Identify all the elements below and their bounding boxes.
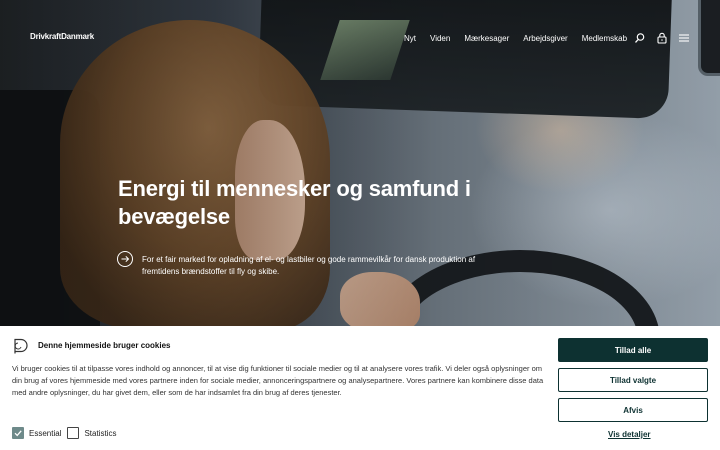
cookie-preferences: Essential Statistics [12,427,122,439]
cookiebot-logo-icon [12,338,28,354]
allow-selected-button[interactable]: Tillad valgte [558,368,708,392]
allow-all-button[interactable]: Tillad alle [558,338,708,362]
main-nav: Nyt Viden Mærkesager Arbejdsgiver Medlem… [404,34,641,43]
hero-description[interactable]: For et fair marked for opladning af el- … [142,254,502,278]
menu-icon[interactable] [678,31,690,43]
essential-label: Essential [29,428,62,438]
show-details-link[interactable]: Vis detaljer [608,430,651,439]
hero-section: DrivkraftDanmark Nyt Viden Mærkesager Ar… [0,0,720,326]
hero-title: Energi til mennesker og samfund i bevæge… [118,176,471,229]
essential-checkbox[interactable] [12,427,24,439]
lock-icon[interactable] [656,31,668,44]
arrow-right-icon[interactable] [117,251,133,267]
nav-item-medlemskab[interactable]: Medlemskab [582,34,627,43]
search-icon[interactable] [634,31,646,43]
statistics-label: Statistics [84,428,117,438]
nav-item-arbejdsgiver[interactable]: Arbejdsgiver [523,34,567,43]
site-logo[interactable]: DrivkraftDanmark [30,32,94,41]
cookie-text: Vi bruger cookies til at tilpasse vores … [12,364,544,397]
nav-item-nyt[interactable]: Nyt [404,34,416,43]
header-icons [634,31,690,44]
nav-item-maerkesager[interactable]: Mærkesager [464,34,509,43]
nav-item-viden[interactable]: Viden [430,34,450,43]
statistics-checkbox[interactable] [67,427,80,439]
cookie-banner: Denne hjemmeside bruger cookies Vi bruge… [0,326,720,450]
cookie-title: Denne hjemmeside bruger cookies [38,341,171,350]
reject-button[interactable]: Afvis [558,398,708,422]
